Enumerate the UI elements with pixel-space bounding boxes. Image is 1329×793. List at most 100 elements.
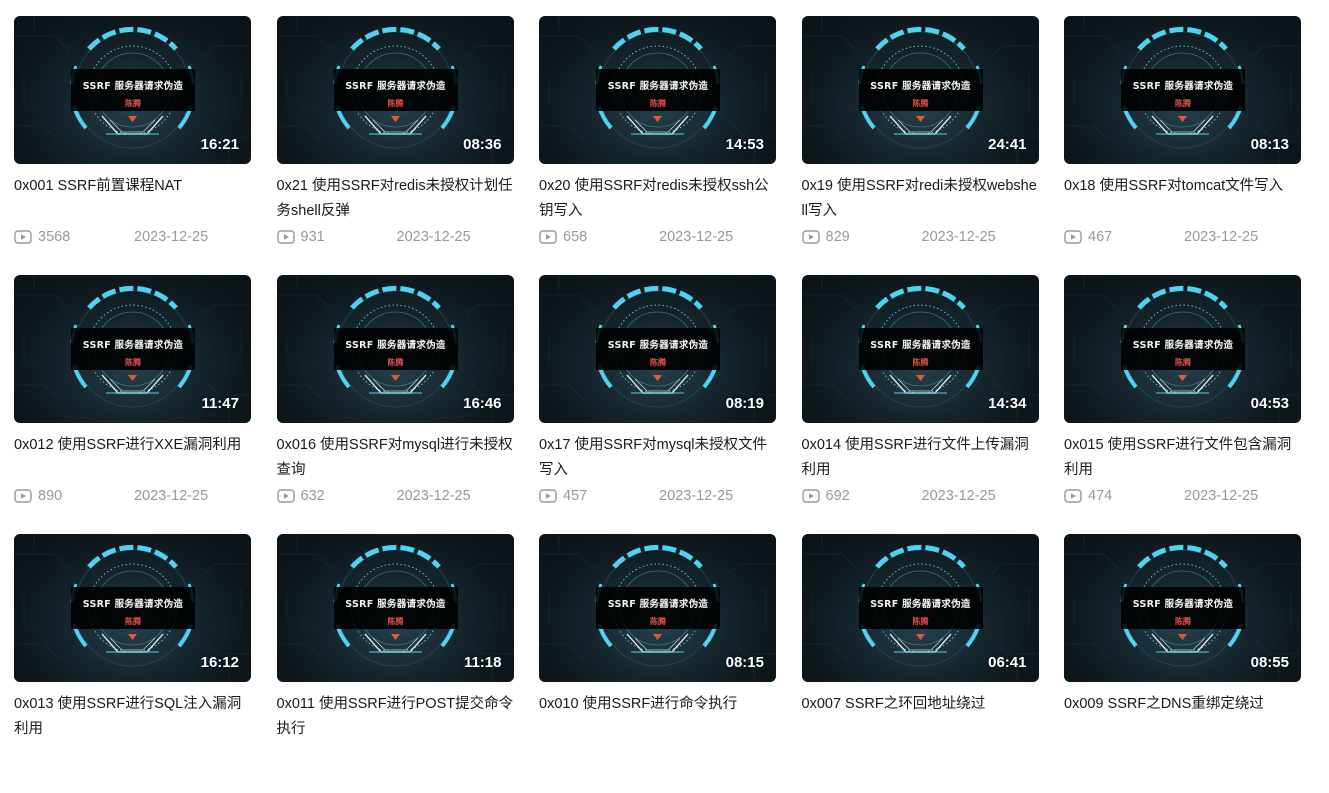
video-card[interactable]: SSRF 服务器请求伪造 陈腾 16:21 0x001 SSRF前置课程NAT … bbox=[14, 16, 251, 275]
video-card[interactable]: SSRF 服务器请求伪造 陈腾 24:41 0x19 使用SSRF对redi未授… bbox=[801, 16, 1039, 275]
video-title[interactable]: 0x18 使用SSRF对tomcat文件写入 bbox=[1064, 174, 1301, 224]
video-duration: 16:12 bbox=[200, 654, 239, 671]
video-card[interactable]: SSRF 服务器请求伪造 陈腾 04:53 0x015 使用SSRF进行文件包含… bbox=[1064, 275, 1301, 534]
video-thumbnail[interactable]: SSRF 服务器请求伪造 陈腾 08:55 bbox=[1064, 534, 1301, 682]
thumbnail-banner: SSRF 服务器请求伪造 陈腾 bbox=[71, 328, 195, 370]
video-title[interactable]: 0x012 使用SSRF进行XXE漏洞利用 bbox=[14, 433, 251, 483]
video-card[interactable]: SSRF 服务器请求伪造 陈腾 08:55 0x009 SSRF之DNS重绑定绕… bbox=[1064, 534, 1301, 793]
video-thumbnail[interactable]: SSRF 服务器请求伪造 陈腾 16:12 bbox=[14, 534, 251, 682]
video-duration: 24:41 bbox=[988, 136, 1027, 153]
video-duration: 06:41 bbox=[988, 654, 1027, 671]
video-title[interactable]: 0x009 SSRF之DNS重绑定绕过 bbox=[1064, 692, 1301, 742]
video-publish-date: 2023-12-25 bbox=[134, 229, 209, 245]
thumbnail-banner-author: 陈腾 bbox=[912, 617, 929, 626]
video-meta: 457 2023-12-25 bbox=[539, 486, 776, 506]
video-title[interactable]: 0x013 使用SSRF进行SQL注入漏洞利用 bbox=[14, 692, 251, 742]
video-title[interactable]: 0x014 使用SSRF进行文件上传漏洞利用 bbox=[802, 433, 1039, 483]
thumbnail-banner-author: 陈腾 bbox=[650, 358, 666, 367]
video-publish-date: 2023-12-25 bbox=[396, 488, 471, 504]
thumbnail-banner: SSRF 服务器请求伪造 陈腾 bbox=[858, 587, 983, 629]
video-card[interactable]: SSRF 服务器请求伪造 陈腾 08:36 0x21 使用SSRF对redis未… bbox=[276, 16, 514, 275]
thumbnail-banner-title: SSRF 服务器请求伪造 bbox=[607, 340, 709, 351]
video-publish-date: 2023-12-25 bbox=[921, 488, 996, 504]
thumbnail-banner-author: 陈腾 bbox=[125, 358, 141, 367]
thumbnail-banner-author: 陈腾 bbox=[125, 617, 141, 626]
thumbnail-banner-title: SSRF 服务器请求伪造 bbox=[1132, 81, 1234, 92]
video-thumbnail[interactable]: SSRF 服务器请求伪造 陈腾 08:15 bbox=[539, 534, 776, 682]
thumbnail-banner-title: SSRF 服务器请求伪造 bbox=[1132, 599, 1234, 610]
video-card[interactable]: SSRF 服务器请求伪造 陈腾 08:19 0x17 使用SSRF对mysql未… bbox=[539, 275, 776, 534]
video-meta: 474 2023-12-25 bbox=[1064, 486, 1301, 506]
video-card[interactable]: SSRF 服务器请求伪造 陈腾 11:47 0x012 使用SSRF进行XXE漏… bbox=[14, 275, 251, 534]
video-meta: 467 2023-12-25 bbox=[1064, 227, 1301, 247]
thumbnail-banner-author: 陈腾 bbox=[125, 99, 141, 108]
video-card[interactable]: SSRF 服务器请求伪造 陈腾 16:12 0x013 使用SSRF进行SQL注… bbox=[14, 534, 251, 793]
video-publish-date: 2023-12-25 bbox=[134, 488, 209, 504]
video-thumbnail[interactable]: SSRF 服务器请求伪造 陈腾 11:18 bbox=[276, 534, 514, 682]
video-duration: 08:15 bbox=[725, 654, 764, 671]
thumbnail-banner: SSRF 服务器请求伪造 陈腾 bbox=[333, 328, 458, 370]
video-card[interactable]: SSRF 服务器请求伪造 陈腾 08:15 0x010 使用SSRF进行命令执行 bbox=[539, 534, 776, 793]
video-card[interactable]: SSRF 服务器请求伪造 陈腾 08:13 0x18 使用SSRF对tomcat… bbox=[1064, 16, 1301, 275]
video-publish-date: 2023-12-25 bbox=[1184, 229, 1259, 245]
video-card[interactable]: SSRF 服务器请求伪造 陈腾 06:41 0x007 SSRF之环回地址绕过 bbox=[801, 534, 1039, 793]
thumbnail-banner-title: SSRF 服务器请求伪造 bbox=[345, 81, 446, 92]
thumbnail-banner: SSRF 服务器请求伪造 陈腾 bbox=[71, 69, 195, 111]
video-title[interactable]: 0x21 使用SSRF对redis未授权计划任务shell反弹 bbox=[277, 174, 514, 224]
video-card[interactable]: SSRF 服务器请求伪造 陈腾 14:53 0x20 使用SSRF对redis未… bbox=[539, 16, 776, 275]
video-duration: 14:53 bbox=[725, 136, 764, 153]
video-thumbnail[interactable]: SSRF 服务器请求伪造 陈腾 08:19 bbox=[539, 275, 776, 423]
thumbnail-banner-title: SSRF 服务器请求伪造 bbox=[345, 599, 446, 610]
video-title[interactable]: 0x17 使用SSRF对mysql未授权文件写入 bbox=[539, 433, 776, 483]
video-thumbnail[interactable]: SSRF 服务器请求伪造 陈腾 14:34 bbox=[801, 275, 1039, 423]
play-count-icon bbox=[1064, 230, 1082, 244]
video-card[interactable]: SSRF 服务器请求伪造 陈腾 16:46 0x016 使用SSRF对mysql… bbox=[276, 275, 514, 534]
video-duration: 04:53 bbox=[1250, 395, 1289, 412]
video-title[interactable]: 0x011 使用SSRF进行POST提交命令执行 bbox=[277, 692, 514, 742]
thumbnail-banner-author: 陈腾 bbox=[387, 617, 404, 626]
video-view-count: 632 bbox=[300, 488, 325, 504]
video-meta: 632 2023-12-25 bbox=[276, 486, 514, 506]
video-duration: 08:19 bbox=[725, 395, 764, 412]
video-meta: 829 2023-12-25 bbox=[801, 227, 1039, 247]
thumbnail-banner: SSRF 服务器请求伪造 陈腾 bbox=[596, 587, 720, 629]
video-duration: 16:46 bbox=[463, 395, 502, 412]
play-count-icon bbox=[801, 230, 820, 244]
thumbnail-banner-author: 陈腾 bbox=[387, 99, 404, 108]
play-count-icon bbox=[539, 230, 557, 244]
thumbnail-banner: SSRF 服务器请求伪造 陈腾 bbox=[71, 587, 195, 629]
video-title[interactable]: 0x19 使用SSRF对redi未授权webshell写入 bbox=[802, 174, 1039, 224]
video-thumbnail[interactable]: SSRF 服务器请求伪造 陈腾 06:41 bbox=[801, 534, 1039, 682]
thumbnail-banner-title: SSRF 服务器请求伪造 bbox=[82, 81, 184, 92]
video-publish-date: 2023-12-25 bbox=[659, 229, 734, 245]
thumbnail-banner: SSRF 服务器请求伪造 陈腾 bbox=[858, 328, 983, 370]
thumbnail-banner: SSRF 服务器请求伪造 陈腾 bbox=[1121, 328, 1245, 370]
video-thumbnail[interactable]: SSRF 服务器请求伪造 陈腾 16:46 bbox=[276, 275, 514, 423]
video-thumbnail[interactable]: SSRF 服务器请求伪造 陈腾 08:13 bbox=[1064, 16, 1301, 164]
thumbnail-banner-author: 陈腾 bbox=[650, 99, 666, 108]
video-title[interactable]: 0x001 SSRF前置课程NAT bbox=[14, 174, 251, 224]
video-thumbnail[interactable]: SSRF 服务器请求伪造 陈腾 14:53 bbox=[539, 16, 776, 164]
video-title[interactable]: 0x016 使用SSRF对mysql进行未授权查询 bbox=[277, 433, 514, 483]
video-card[interactable]: SSRF 服务器请求伪造 陈腾 14:34 0x014 使用SSRF进行文件上传… bbox=[801, 275, 1039, 534]
video-thumbnail[interactable]: SSRF 服务器请求伪造 陈腾 11:47 bbox=[14, 275, 251, 423]
video-thumbnail[interactable]: SSRF 服务器请求伪造 陈腾 24:41 bbox=[801, 16, 1039, 164]
video-publish-date: 2023-12-25 bbox=[921, 229, 996, 245]
video-thumbnail[interactable]: SSRF 服务器请求伪造 陈腾 16:21 bbox=[14, 16, 251, 164]
play-count-icon bbox=[276, 489, 295, 503]
video-title[interactable]: 0x007 SSRF之环回地址绕过 bbox=[802, 692, 1039, 742]
thumbnail-banner-title: SSRF 服务器请求伪造 bbox=[870, 599, 971, 610]
video-thumbnail[interactable]: SSRF 服务器请求伪造 陈腾 08:36 bbox=[276, 16, 514, 164]
video-title[interactable]: 0x20 使用SSRF对redis未授权ssh公钥写入 bbox=[539, 174, 776, 224]
video-meta: 931 2023-12-25 bbox=[276, 227, 514, 247]
video-thumbnail[interactable]: SSRF 服务器请求伪造 陈腾 04:53 bbox=[1064, 275, 1301, 423]
video-view-count: 3568 bbox=[38, 229, 71, 245]
video-card[interactable]: SSRF 服务器请求伪造 陈腾 11:18 0x011 使用SSRF进行POST… bbox=[276, 534, 514, 793]
video-title[interactable]: 0x015 使用SSRF进行文件包含漏洞利用 bbox=[1064, 433, 1301, 483]
thumbnail-banner-title: SSRF 服务器请求伪造 bbox=[870, 340, 971, 351]
video-view-count: 467 bbox=[1088, 229, 1113, 245]
video-title[interactable]: 0x010 使用SSRF进行命令执行 bbox=[539, 692, 776, 742]
thumbnail-banner: SSRF 服务器请求伪造 陈腾 bbox=[1121, 69, 1245, 111]
thumbnail-banner-title: SSRF 服务器请求伪造 bbox=[607, 81, 709, 92]
thumbnail-banner-author: 陈腾 bbox=[1175, 99, 1191, 108]
